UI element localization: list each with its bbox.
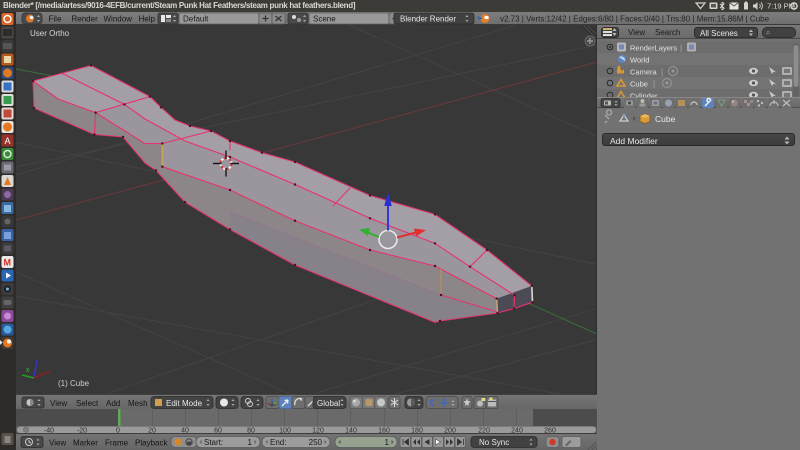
svg-text:RenderLayers: RenderLayers <box>630 44 677 53</box>
svg-text:Add: Add <box>106 399 120 408</box>
svg-text:Frame: Frame <box>105 439 129 448</box>
svg-text:Cube: Cube <box>630 80 648 89</box>
svg-text:Start:: Start: <box>204 438 223 447</box>
svg-text:|: | <box>680 44 682 53</box>
svg-text:Render: Render <box>72 15 99 24</box>
svg-text:File: File <box>49 15 62 24</box>
svg-text:M: M <box>4 258 12 268</box>
svg-text:Select: Select <box>76 399 99 408</box>
svg-text:Mesh: Mesh <box>128 399 148 408</box>
svg-text:World: World <box>630 56 649 65</box>
svg-text:View: View <box>50 399 67 408</box>
svg-text:Cube: Cube <box>655 114 676 124</box>
svg-text:Playback: Playback <box>135 439 168 448</box>
svg-text:A: A <box>5 136 11 146</box>
svg-text:Help: Help <box>139 15 156 24</box>
svg-text:|: | <box>653 80 655 89</box>
svg-text:Marker: Marker <box>73 439 98 448</box>
svg-text:250: 250 <box>309 438 323 447</box>
svg-text:Blender Render: Blender Render <box>400 15 456 24</box>
svg-text:Window: Window <box>104 15 133 24</box>
svg-text:(1) Cube: (1) Cube <box>58 379 90 388</box>
svg-text:1: 1 <box>385 438 390 447</box>
svg-text:End:: End: <box>270 438 286 447</box>
svg-text:v2.73 | Verts:12/42 | Edges:6/: v2.73 | Verts:12/42 | Edges:6/80 | Faces… <box>500 15 770 24</box>
svg-text:No Sync: No Sync <box>479 438 509 447</box>
svg-text:Default: Default <box>183 15 209 24</box>
svg-text:Camera: Camera <box>630 68 658 77</box>
svg-text:View: View <box>49 439 66 448</box>
svg-text:x: x <box>26 367 30 374</box>
svg-text:Global: Global <box>317 399 340 408</box>
svg-text:User Ortho: User Ortho <box>30 29 70 38</box>
svg-text:Edit Mode: Edit Mode <box>166 399 203 408</box>
svg-text:|: | <box>661 68 663 77</box>
svg-text:Scene: Scene <box>313 15 336 24</box>
svg-text:1: 1 <box>248 438 253 447</box>
